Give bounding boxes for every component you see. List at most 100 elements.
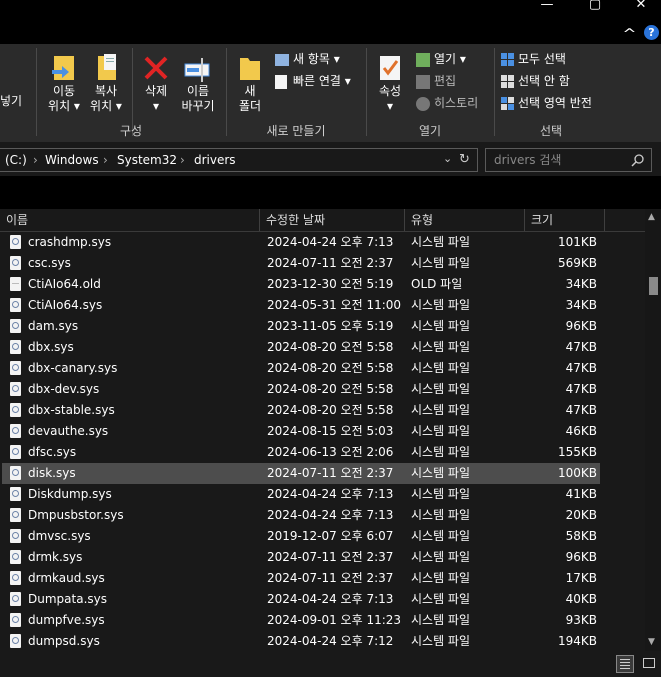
file-name: dfsc.sys <box>28 445 77 459</box>
edit-icon <box>416 74 430 89</box>
file-row[interactable]: csc.sys 2024-07-11 오전 2:37 시스템 파일 569KB <box>2 253 600 274</box>
breadcrumb-drive[interactable]: (C:) <box>5 149 27 171</box>
file-row[interactable]: dbx-dev.sys 2024-08-20 오전 5:58 시스템 파일 47KB <box>2 379 600 400</box>
invert-selection-button[interactable]: 선택 영역 반전 <box>501 94 592 112</box>
file-size: 100KB <box>557 466 597 480</box>
file-row[interactable]: crashdmp.sys 2024-04-24 오후 7:13 시스템 파일 101K… <box>2 232 600 253</box>
file-row[interactable]: disk.sys 2024-07-11 오전 2:37 시스템 파일 100KB <box>2 463 600 484</box>
file-size: 34KB <box>565 298 597 312</box>
file-size: 96KB <box>565 550 597 564</box>
file-row[interactable]: dbx.sys 2024-08-20 오전 5:58 시스템 파일 47KB <box>2 337 600 358</box>
column-header-modified[interactable]: 수정한 날짜 <box>260 209 405 231</box>
help-icon[interactable]: ? <box>644 25 659 40</box>
details-view-icon[interactable] <box>616 655 634 673</box>
vertical-scrollbar[interactable]: ▲ ▼ <box>645 209 661 651</box>
file-row[interactable]: Dmpusbstor.sys 2024-04-24 오후 7:13 시스템 파일 20… <box>2 505 600 526</box>
file-row[interactable]: CtiAIo64.old 2023-12-30 오전 5:19 OLD 파일 34KB <box>2 274 600 295</box>
file-modified: 2024-04-24 오후 7:12 <box>267 634 394 648</box>
search-input[interactable]: drivers 검색 <box>494 149 561 171</box>
new-item-button[interactable]: 새 항목 ▾ <box>275 50 340 68</box>
properties-icon <box>380 56 400 80</box>
scroll-down-icon[interactable]: ▼ <box>648 637 655 647</box>
scrollbar-thumb[interactable] <box>649 277 658 295</box>
file-row[interactable]: CtiAIo64.sys 2024-05-31 오전 11:00 시스템 파일 34K… <box>2 295 600 316</box>
file-row[interactable]: drmk.sys 2024-07-11 오전 2:37 시스템 파일 96KB <box>2 547 600 568</box>
edit-button[interactable]: 편집 <box>416 72 456 90</box>
select-none-icon <box>501 75 514 88</box>
file-type: 시스템 파일 <box>411 256 471 270</box>
file-size: 101KB <box>557 235 597 249</box>
new-item-label: 새 항목 ▾ <box>293 52 340 66</box>
column-header-type[interactable]: 유형 <box>405 209 525 231</box>
file-size: 40KB <box>565 592 597 606</box>
column-divider[interactable] <box>604 209 605 231</box>
file-row[interactable]: dam.sys 2023-11-05 오후 5:19 시스템 파일 96KB <box>2 316 600 337</box>
refresh-icon[interactable]: ↻ <box>459 149 470 171</box>
move-to-button[interactable]: 이동 위치 ▾ <box>44 50 84 120</box>
search-icon[interactable] <box>631 153 645 167</box>
breadcrumb-windows[interactable]: Windows <box>45 149 99 171</box>
file-modified: 2019-12-07 오후 6:07 <box>267 529 394 543</box>
select-all-label: 모두 선택 <box>518 52 566 66</box>
system-file-icon <box>10 613 21 627</box>
select-all-icon <box>501 53 514 66</box>
file-row[interactable]: dbx-canary.sys 2024-08-20 오전 5:58 시스템 파일 47… <box>2 358 600 379</box>
file-name: devauthe.sys <box>28 424 109 438</box>
file-modified: 2024-08-20 오전 5:58 <box>267 382 394 396</box>
file-size: 194KB <box>557 634 597 648</box>
column-header-size[interactable]: 크기 <box>525 209 605 231</box>
close-button[interactable]: ✕ <box>618 0 661 12</box>
file-type: 시스템 파일 <box>411 571 471 585</box>
properties-button[interactable]: 속성 ▾ <box>370 50 410 120</box>
file-row[interactable]: dumpfve.sys 2024-09-01 오후 11:23 시스템 파일 93KB <box>2 610 600 631</box>
system-file-icon <box>10 550 21 564</box>
file-name: dbx-dev.sys <box>28 382 100 396</box>
select-all-button[interactable]: 모두 선택 <box>501 50 566 68</box>
file-type: 시스템 파일 <box>411 319 471 333</box>
new-folder-button[interactable]: 새 폴더 <box>230 50 270 120</box>
select-none-button[interactable]: 선택 안 함 <box>501 72 570 90</box>
file-name: csc.sys <box>28 256 71 270</box>
paste-button[interactable]: 넣기 <box>0 94 30 109</box>
file-type: 시스템 파일 <box>411 424 471 438</box>
address-bar[interactable]: (C:) › Windows › System32 › drivers ⌄ ↻ <box>0 148 478 172</box>
copy-to-button[interactable]: 복사 위치 ▾ <box>86 50 126 120</box>
file-row[interactable]: Dumpata.sys 2024-04-24 오후 7:13 시스템 파일 40KB <box>2 589 600 610</box>
file-row[interactable]: devauthe.sys 2024-08-15 오전 5:03 시스템 파일 46KB <box>2 421 600 442</box>
file-size: 155KB <box>557 445 597 459</box>
easy-access-button[interactable]: 빠른 연결 ▾ <box>275 72 351 90</box>
breadcrumb-drivers[interactable]: drivers <box>194 149 236 171</box>
search-box[interactable]: drivers 검색 <box>485 148 652 172</box>
history-button[interactable]: 히스토리 <box>416 94 478 112</box>
file-row[interactable]: drmkaud.sys 2024-07-11 오전 2:37 시스템 파일 17KB <box>2 568 600 589</box>
move-to-label: 이동 위치 ▾ <box>48 84 80 113</box>
file-row[interactable]: dbx-stable.sys 2024-08-20 오전 5:58 시스템 파일 47… <box>2 400 600 421</box>
file-row[interactable]: dmvsc.sys 2019-12-07 오후 6:07 시스템 파일 58KB <box>2 526 600 547</box>
expand-ribbon-icon[interactable]: ^ <box>622 27 636 42</box>
file-list: 이름 ⌃ 수정한 날짜 유형 크기 crashdmp.sys 2024-04-24… <box>0 209 661 651</box>
file-type: 시스템 파일 <box>411 298 471 312</box>
file-row[interactable]: dumpsd.sys 2024-04-24 오후 7:12 시스템 파일 194KB <box>2 631 600 651</box>
file-row[interactable]: Diskdump.sys 2024-04-24 오후 7:13 시스템 파일 41KB <box>2 484 600 505</box>
file-type: 시스템 파일 <box>411 340 471 354</box>
invert-selection-label: 선택 영역 반전 <box>518 96 592 110</box>
file-size: 47KB <box>565 403 597 417</box>
file-row[interactable]: dfsc.sys 2024-06-13 오전 2:06 시스템 파일 155KB <box>2 442 600 463</box>
large-icons-view-icon[interactable] <box>640 655 656 671</box>
file-name: dbx.sys <box>28 340 74 354</box>
file-modified: 2024-09-01 오후 11:23 <box>267 613 402 627</box>
rename-button[interactable]: 이름 바꾸기 <box>176 50 220 120</box>
breadcrumb-system32[interactable]: System32 <box>117 149 177 171</box>
delete-button[interactable]: 삭제 ▾ <box>136 50 176 120</box>
open-button[interactable]: 열기 ▾ <box>416 50 466 68</box>
maximize-button[interactable]: ▢ <box>572 0 618 12</box>
scroll-up-icon[interactable]: ▲ <box>648 212 655 222</box>
minimize-button[interactable]: — <box>524 0 570 12</box>
system-file-icon <box>10 487 21 501</box>
file-type: 시스템 파일 <box>411 634 471 648</box>
column-header-row: 이름 ⌃ 수정한 날짜 유형 크기 <box>0 209 645 232</box>
file-type: OLD 파일 <box>411 277 463 291</box>
chevron-down-icon[interactable]: ⌄ <box>443 148 452 170</box>
system-file-icon <box>10 256 21 270</box>
system-file-icon <box>10 634 21 648</box>
